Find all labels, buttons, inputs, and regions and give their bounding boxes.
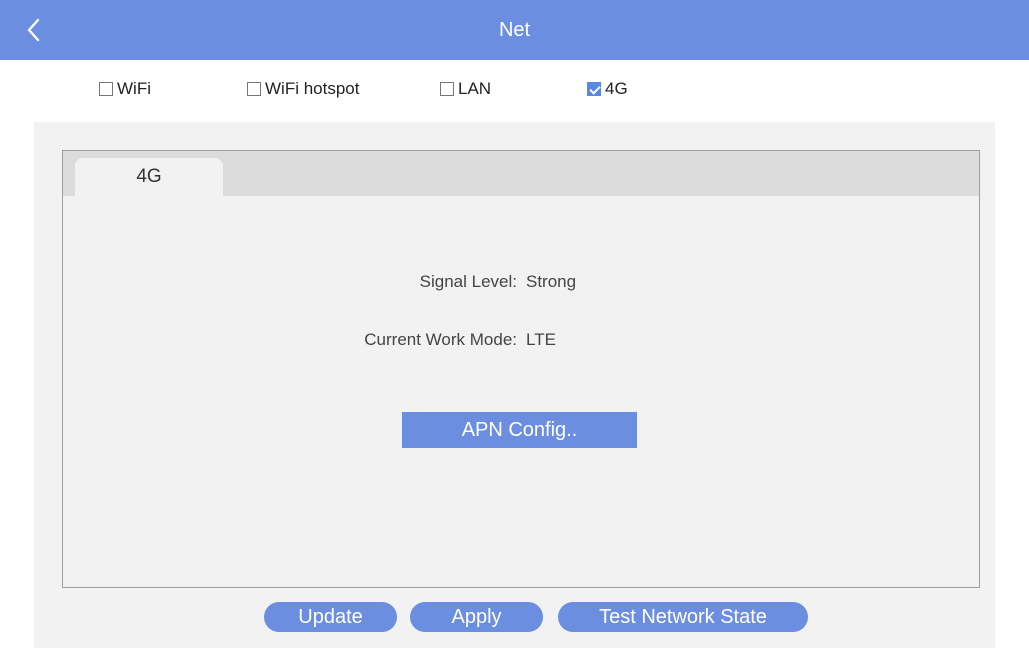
update-button[interactable]: Update (264, 602, 397, 632)
4g-checkbox[interactable]: 4G (587, 77, 628, 101)
wifi-label: WiFi (117, 79, 151, 98)
lan-checkbox[interactable]: LAN (440, 77, 491, 101)
wifi-hotspot-label: WiFi hotspot (265, 79, 360, 98)
network-mode-selector: WiFi WiFi hotspot LAN 4G (0, 77, 1029, 101)
test-network-state-button[interactable]: Test Network State (558, 602, 808, 632)
apn-config-button[interactable]: APN Config.. (402, 412, 637, 448)
tab-strip: 4G (63, 151, 979, 196)
title-bar: Net (0, 0, 1029, 60)
page-title: Net (498, 19, 531, 41)
lan-label: LAN (458, 79, 492, 98)
checkbox-icon (440, 82, 454, 96)
work-mode-value: LTE (526, 330, 556, 349)
wifi-hotspot-checkbox[interactable]: WiFi hotspot (247, 77, 359, 101)
work-mode-label: Current Work Mode: (364, 330, 517, 349)
tab-4g[interactable]: 4G (75, 158, 223, 196)
checkbox-checked-icon (587, 82, 601, 96)
checkbox-icon (247, 82, 261, 96)
checkbox-icon (99, 82, 113, 96)
apply-button[interactable]: Apply (410, 602, 543, 632)
signal-level-value: Strong (526, 272, 577, 291)
tab-container: 4G (62, 150, 980, 588)
wifi-checkbox[interactable]: WiFi (99, 77, 151, 101)
4g-label: 4G (605, 79, 628, 98)
signal-level-label: Signal Level: (419, 272, 517, 291)
